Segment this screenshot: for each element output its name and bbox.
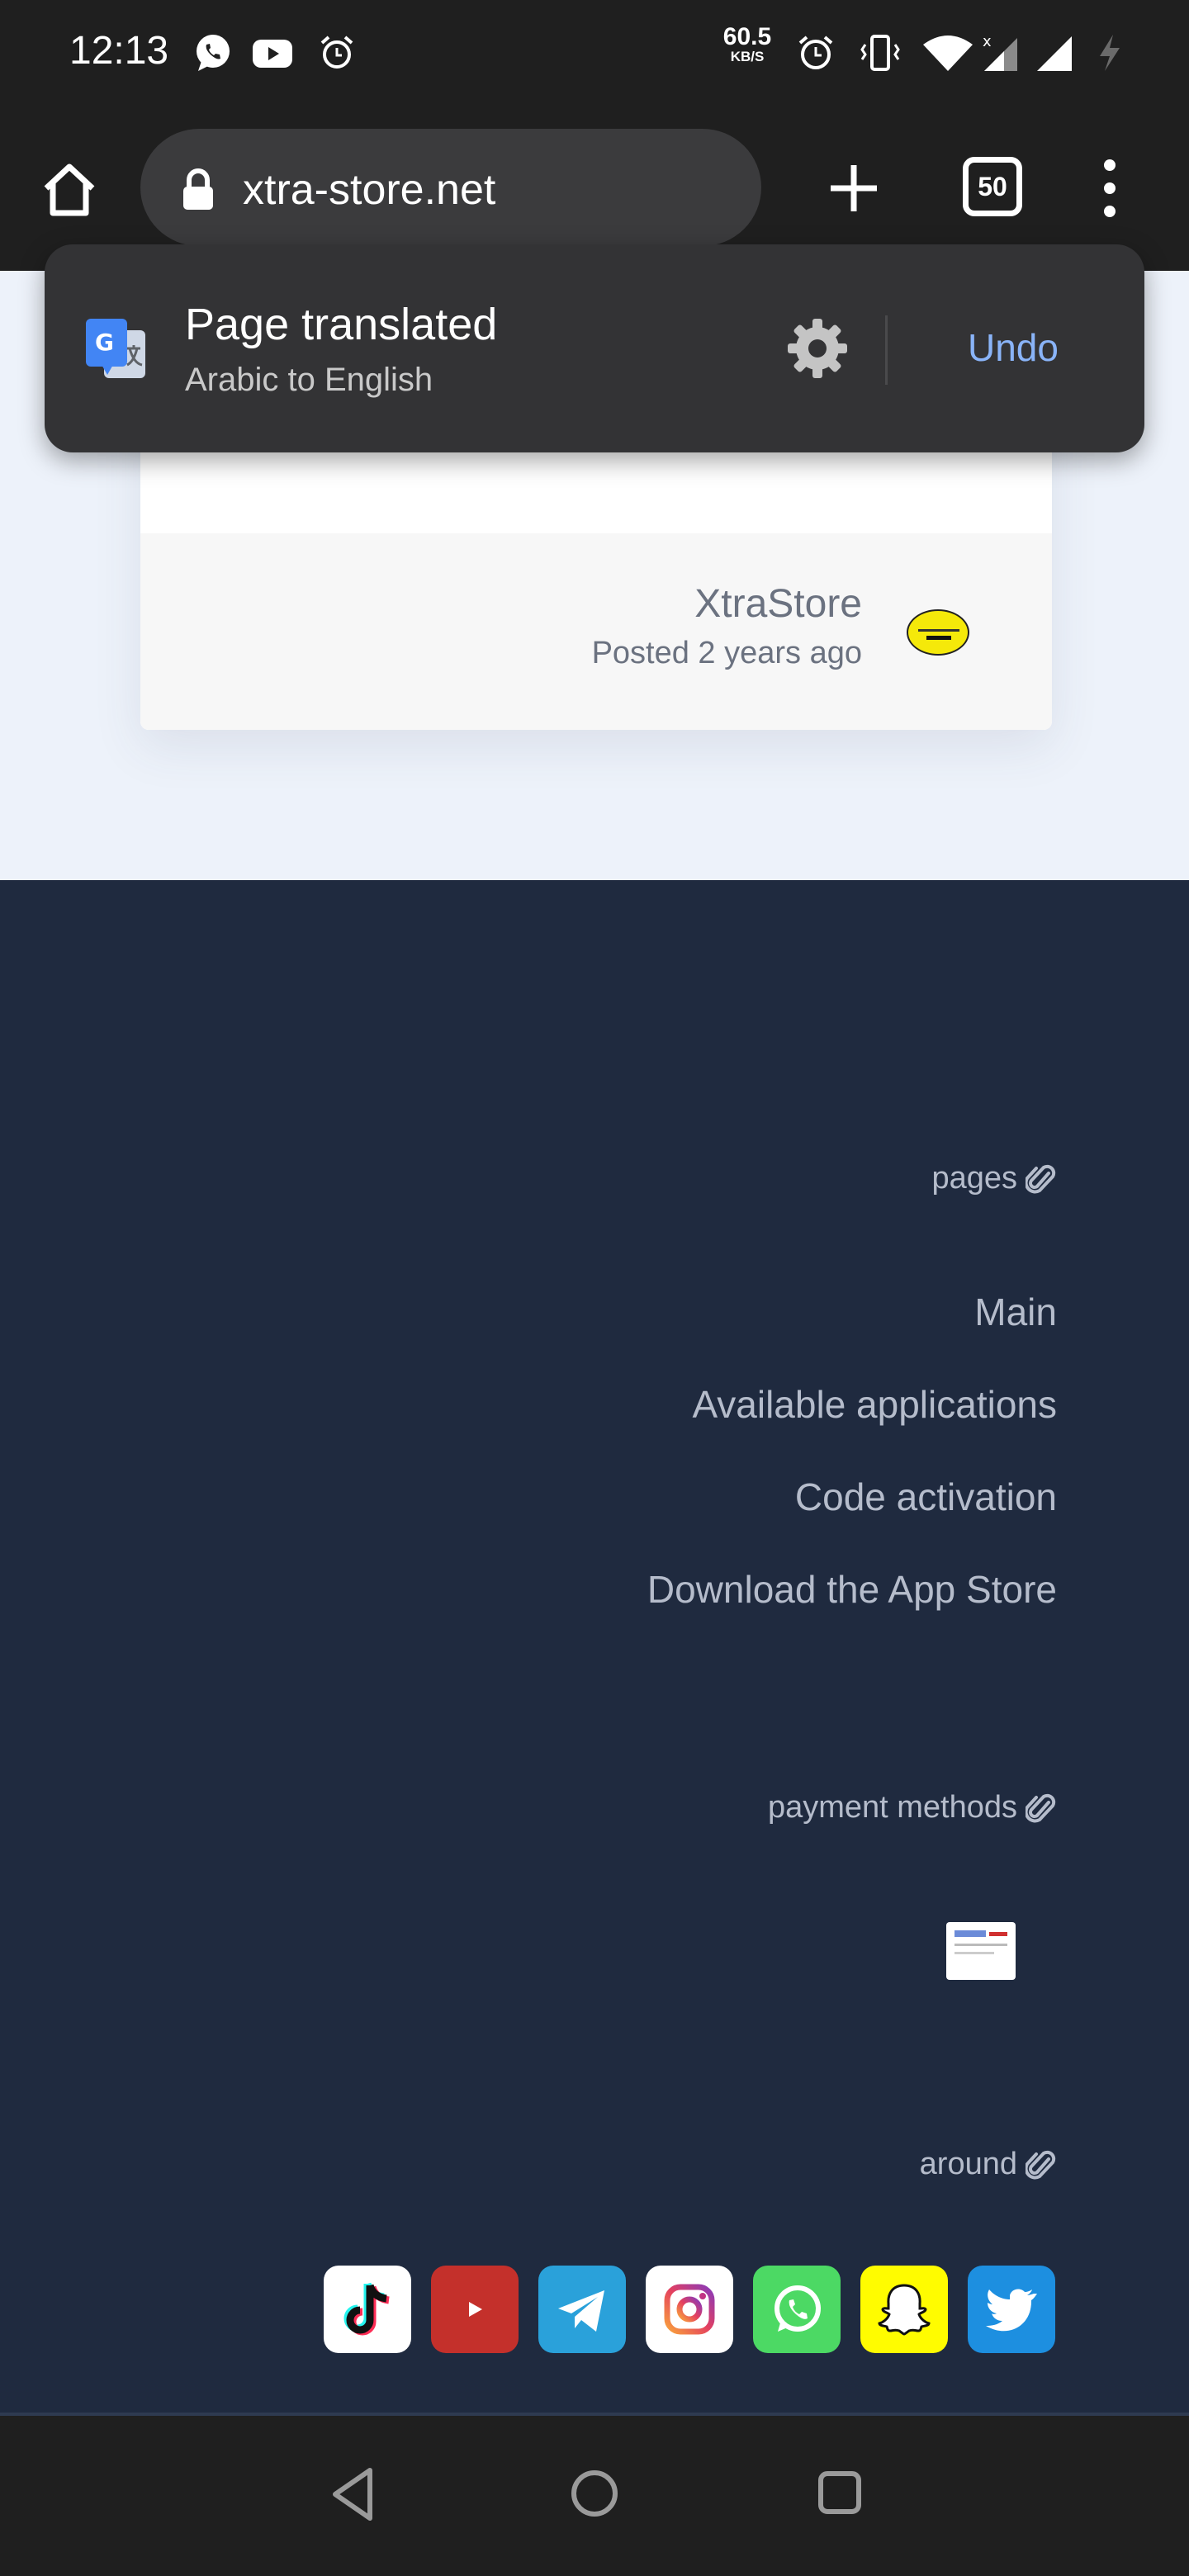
alarm-icon xyxy=(320,36,353,69)
undo-button[interactable]: Undo xyxy=(968,325,1059,370)
whatsapp-icon xyxy=(197,35,230,71)
posted-time: Posted 2 years ago xyxy=(591,636,862,670)
tiktok-icon[interactable] xyxy=(324,2266,411,2353)
pages-heading-label: pages xyxy=(931,1161,1017,1196)
vibrate-icon xyxy=(860,35,900,71)
payment-methods-heading-label: payment methods xyxy=(767,1790,1017,1825)
tab-switcher-button[interactable]: 50 xyxy=(963,157,1022,216)
home-icon[interactable] xyxy=(38,159,101,221)
lock-icon xyxy=(183,168,213,210)
signal-icon xyxy=(1037,36,1072,71)
net-speed-unit: KB/S xyxy=(730,49,765,64)
battery-charging-icon xyxy=(1100,35,1120,71)
translate-subtitle: Arabic to English xyxy=(185,362,433,398)
translate-popup: G Page translated Arabic to English Undo xyxy=(45,244,1144,452)
telegram-icon[interactable] xyxy=(538,2266,626,2353)
paperclip-icon xyxy=(1026,1164,1056,1193)
plus-icon[interactable] xyxy=(824,159,883,218)
signal-icon: x xyxy=(983,33,1017,71)
recents-icon[interactable] xyxy=(817,2470,862,2515)
footer-link-code-activation[interactable]: Code activation xyxy=(795,1475,1057,1519)
url-text: xtra-store.net xyxy=(243,166,496,214)
tab-count: 50 xyxy=(978,172,1007,201)
payment-methods-heading: payment methods xyxy=(768,1790,1057,1825)
divider xyxy=(885,315,888,385)
post-author-footer: XtraStore Posted 2 years ago xyxy=(140,533,1052,730)
youtube-icon xyxy=(253,40,292,68)
twitter-icon[interactable] xyxy=(968,2266,1055,2353)
gear-icon[interactable] xyxy=(784,315,850,381)
instagram-icon[interactable] xyxy=(646,2266,733,2353)
svg-text:x: x xyxy=(983,33,992,50)
social-links xyxy=(324,2266,1055,2353)
more-vert-icon[interactable] xyxy=(1092,155,1128,221)
translate-title: Page translated xyxy=(185,300,498,349)
system-nav-bar xyxy=(0,2416,1189,2576)
back-icon[interactable] xyxy=(327,2464,380,2525)
url-bar[interactable]: xtra-store.net xyxy=(140,129,761,246)
whatsapp-icon[interactable] xyxy=(753,2266,841,2353)
site-footer: pages Main Available applications Code a… xyxy=(0,880,1189,2416)
footer-link-main[interactable]: Main xyxy=(974,1290,1057,1334)
home-circle-icon[interactable] xyxy=(570,2469,619,2518)
network-speed: 60.5 KB/S xyxy=(720,25,775,64)
avatar xyxy=(907,609,969,656)
alarm-icon xyxy=(798,36,833,69)
footer-link-available-applications[interactable]: Available applications xyxy=(692,1382,1057,1427)
status-bar: 12:13 60.5 KB/S x xyxy=(0,0,1189,107)
around-heading-label: around xyxy=(919,2147,1017,2181)
paperclip-icon xyxy=(1026,2150,1056,2179)
status-time: 12:13 xyxy=(69,29,169,73)
author-name[interactable]: XtraStore xyxy=(694,581,862,627)
around-heading: around xyxy=(920,2147,1057,2182)
snapchat-icon[interactable] xyxy=(860,2266,948,2353)
payment-methods-image[interactable] xyxy=(946,1922,1016,1980)
pages-heading: pages xyxy=(931,1161,1057,1196)
footer-link-download-app-store[interactable]: Download the App Store xyxy=(647,1567,1057,1612)
net-speed-value: 60.5 xyxy=(722,23,772,50)
wifi-icon xyxy=(923,36,973,71)
google-translate-icon: G xyxy=(86,319,145,378)
svg-text:G: G xyxy=(95,329,114,356)
paperclip-icon xyxy=(1026,1793,1056,1822)
youtube-icon[interactable] xyxy=(431,2266,519,2353)
